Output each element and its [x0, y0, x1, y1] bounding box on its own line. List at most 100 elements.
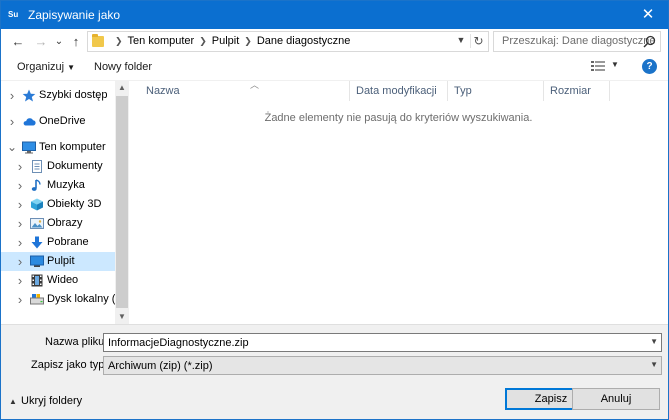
sidebar-item[interactable]: › Dysk lokalny (C:): [1, 290, 129, 309]
window-title: Zapisywanie jako: [28, 8, 121, 22]
chevron-right-icon[interactable]: ›: [15, 214, 25, 233]
desktop-icon: [30, 255, 44, 268]
sidebar-item-label: Obiekty 3D: [47, 198, 102, 210]
column-header-date[interactable]: Data modyfikacji: [349, 81, 447, 101]
sidebar-item-label: Obrazy: [47, 217, 83, 229]
scrollbar-thumb[interactable]: [116, 96, 128, 308]
sidebar-item-label: Dokumenty: [47, 160, 103, 172]
save-form: Nazwa pliku: InformacjeDiagnostyczne.zip…: [1, 324, 668, 419]
search-placeholder: Przeszukaj: Dane diagostyczne: [502, 35, 656, 47]
sidebar-item[interactable]: › Muzyka: [1, 176, 115, 195]
sidebar-item[interactable]: › Obiekty 3D: [1, 195, 115, 214]
hide-folders-label: Ukryj foldery: [21, 395, 83, 407]
sidebar-item[interactable]: › Pobrane: [1, 233, 115, 252]
breadcrumb-item[interactable]: Pulpit: [212, 35, 240, 47]
filetype-chevron-icon: ▼: [650, 360, 658, 369]
sidebar-item-label: Ten komputer: [39, 141, 106, 153]
new-folder-button[interactable]: Nowy folder: [94, 61, 152, 73]
search-input[interactable]: Przeszukaj: Dane diagostyczne: [493, 31, 661, 52]
address-history-chevron-icon[interactable]: ▼: [454, 35, 468, 45]
save-as-dialog: Su Zapisywanie jako ✕ ← → ⌄ ↑ ❯ Ten kompu…: [0, 0, 669, 420]
sidebar-item-label: Wideo: [47, 274, 79, 286]
view-options-chevron-icon[interactable]: ▼: [611, 60, 619, 69]
sidebar-item-label: Pulpit: [47, 255, 75, 267]
filename-input[interactable]: InformacjeDiagnostyczne.zip ▼: [103, 333, 662, 352]
drive-icon: [30, 293, 44, 306]
command-bar: Organizuj ▼ Nowy folder ▼ ?: [1, 55, 668, 81]
close-button[interactable]: ✕: [628, 1, 668, 29]
column-header-size[interactable]: Rozmiar: [543, 81, 609, 101]
chevron-down-icon: ▼: [67, 63, 76, 72]
breadcrumb-separator-icon[interactable]: ❯: [244, 36, 252, 46]
download-icon: [30, 236, 44, 249]
sidebar-item[interactable]: ⌄ Ten komputer: [1, 138, 115, 157]
chevron-right-icon[interactable]: ›: [15, 252, 25, 271]
breadcrumb: ❯ Ten komputer ❯ Pulpit ❯ Dane diagostyczne: [110, 35, 350, 47]
organize-label: Organizuj: [17, 61, 65, 73]
column-divider: [609, 81, 610, 101]
up-arrow-icon[interactable]: ↑: [67, 33, 85, 51]
file-list[interactable]: Nazwa ︿ Data modyfikacji Typ Rozmiar Żadn…: [129, 80, 668, 324]
organize-button[interactable]: Organizuj ▼: [17, 61, 75, 73]
chevron-right-icon[interactable]: ›: [15, 290, 25, 309]
video-icon: [30, 274, 44, 287]
filename-value: InformacjeDiagnostyczne.zip: [108, 337, 249, 349]
address-bar[interactable]: ❯ Ten komputer ❯ Pulpit ❯ Dane diagostyczne ▼…: [87, 31, 489, 52]
chevron-right-icon[interactable]: ›: [15, 271, 25, 290]
hide-folders-toggle[interactable]: ▲ Ukryj foldery: [9, 395, 82, 407]
chevron-right-icon[interactable]: ›: [15, 176, 25, 195]
sort-ascending-icon: ︿: [250, 80, 260, 90]
navigation-bar: ← → ⌄ ↑ ❯ Ten komputer ❯ Pulpit ❯ Dane diagos…: [1, 29, 668, 55]
navigation-scrollbar[interactable]: ▲ ▼: [115, 81, 129, 324]
picture-icon: [30, 217, 44, 230]
filename-history-chevron-icon[interactable]: ▼: [650, 337, 658, 346]
empty-results-message: Żadne elementy nie pasują do kryteriów w…: [264, 112, 533, 124]
computer-icon: [22, 141, 36, 154]
sidebar-item[interactable]: › OneDrive: [1, 112, 115, 131]
sidebar-item-label: Muzyka: [47, 179, 85, 191]
recent-locations-chevron-icon[interactable]: ⌄: [50, 33, 68, 51]
scroll-up-icon[interactable]: ▲: [115, 81, 129, 95]
filename-label: Nazwa pliku:: [45, 336, 108, 348]
star-icon: [22, 89, 36, 102]
sidebar-item-label: OneDrive: [39, 115, 86, 127]
sidebar-item[interactable]: › Obrazy: [1, 214, 115, 233]
help-icon[interactable]: ?: [642, 59, 657, 74]
breadcrumb-separator-icon: ❯: [115, 36, 123, 46]
navigation-pane: › Szybki dostęp › OneDrive ⌄ Ten komputer › Dok…: [1, 81, 129, 324]
folder-icon: [92, 34, 104, 47]
chevron-down-icon[interactable]: ⌄: [7, 138, 17, 157]
filetype-value: Archiwum (zip) (*.zip): [108, 360, 213, 372]
title-bar[interactable]: Su Zapisywanie jako ✕: [1, 1, 668, 29]
sidebar-item-label: Pobrane: [47, 236, 89, 248]
breadcrumb-separator-icon[interactable]: ❯: [199, 36, 207, 46]
forward-arrow-icon[interactable]: →: [32, 33, 50, 51]
cancel-button[interactable]: Anuluj: [572, 388, 660, 410]
column-header-name[interactable]: Nazwa ︿: [140, 80, 348, 101]
chevron-right-icon[interactable]: ›: [15, 195, 25, 214]
chevron-right-icon[interactable]: ›: [15, 157, 25, 176]
refresh-icon[interactable]: ↻: [470, 34, 486, 48]
sidebar-item[interactable]: › Wideo: [1, 271, 115, 290]
sidebar-item[interactable]: › Dokumenty: [1, 157, 115, 176]
chevron-right-icon[interactable]: ›: [7, 86, 17, 105]
breadcrumb-item[interactable]: Ten komputer: [128, 35, 195, 47]
filetype-select[interactable]: Archiwum (zip) (*.zip) ▼: [103, 356, 662, 375]
cube-icon: [30, 198, 44, 211]
app-icon: Su: [8, 10, 19, 19]
filetype-label: Zapisz jako typ:: [31, 359, 108, 371]
back-arrow-icon[interactable]: ←: [9, 33, 27, 51]
chevron-right-icon[interactable]: ›: [7, 112, 17, 131]
sidebar-item-label: Szybki dostęp: [39, 89, 108, 101]
sidebar-item[interactable]: › Pulpit: [1, 252, 115, 271]
column-header-label: Nazwa: [146, 85, 180, 97]
breadcrumb-item[interactable]: Dane diagostyczne: [257, 35, 351, 47]
sidebar-item[interactable]: › Szybki dostęp: [1, 86, 115, 105]
column-header-type[interactable]: Typ: [447, 81, 543, 101]
cloud-icon: [22, 115, 36, 128]
chevron-right-icon[interactable]: ›: [15, 233, 25, 252]
view-options-icon[interactable]: [591, 60, 605, 72]
scroll-down-icon[interactable]: ▼: [115, 310, 129, 324]
music-icon: [30, 179, 44, 192]
document-icon: [30, 160, 44, 173]
